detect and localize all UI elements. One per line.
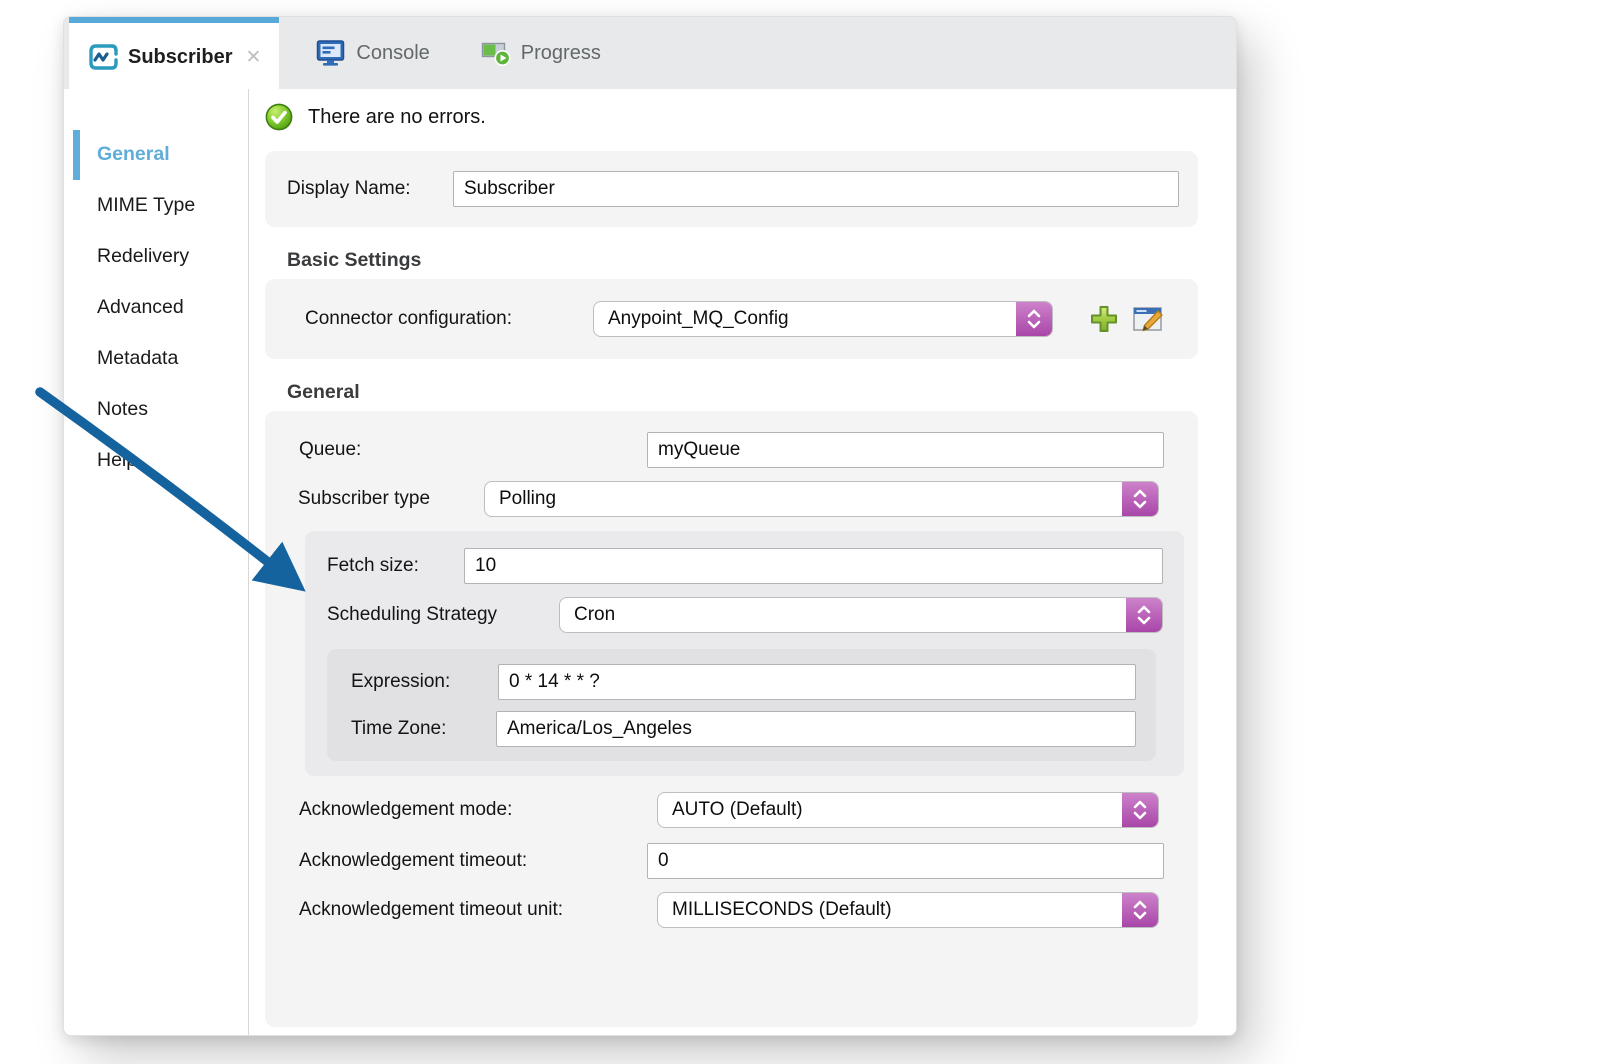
- scheduling-strategy-select[interactable]: Cron: [559, 597, 1163, 633]
- sidebar-item-label: Advanced: [97, 296, 184, 319]
- console-icon: [315, 38, 347, 68]
- sidebar-item-mime-type[interactable]: MIME Type: [64, 180, 248, 231]
- queue-row: Queue:: [265, 432, 1198, 468]
- sidebar-item-notes[interactable]: Notes: [64, 384, 248, 435]
- scheduling-strategy-row: Scheduling Strategy Cron: [327, 597, 1163, 633]
- basic-settings-title: Basic Settings: [287, 247, 1198, 273]
- subscriber-flow-icon: [87, 42, 119, 72]
- editor-tab-bar: Subscriber ✕ Console: [64, 17, 1236, 89]
- add-config-icon[interactable]: [1087, 302, 1121, 336]
- sidebar-item-label: Redelivery: [97, 245, 189, 268]
- acknowledgement-mode-row: Acknowledgement mode: AUTO (Default): [265, 792, 1198, 828]
- properties-editor-window: Subscriber ✕ Console: [63, 16, 1237, 1036]
- display-name-input[interactable]: [453, 171, 1179, 207]
- tab-subscriber[interactable]: Subscriber ✕: [69, 17, 279, 89]
- sidebar-item-label: Notes: [97, 398, 148, 421]
- fetch-size-input[interactable]: [464, 548, 1163, 584]
- acknowledgement-timeout-label: Acknowledgement timeout:: [299, 850, 647, 872]
- tab-progress[interactable]: Progress: [462, 17, 619, 89]
- time-zone-label: Time Zone:: [351, 718, 496, 740]
- chevron-up-down-icon: [1122, 482, 1158, 516]
- progress-icon: [480, 38, 512, 68]
- properties-content: There are no errors. Display Name: Basic…: [250, 89, 1236, 1035]
- queue-label: Queue:: [299, 439, 647, 461]
- acknowledgement-mode-select[interactable]: AUTO (Default): [657, 792, 1159, 828]
- success-check-icon: [265, 103, 293, 131]
- edit-config-icon[interactable]: [1131, 302, 1165, 336]
- chevron-up-down-icon: [1122, 893, 1158, 927]
- chevron-up-down-icon: [1016, 302, 1052, 336]
- connector-configuration-label: Connector configuration:: [305, 308, 593, 330]
- sidebar-item-general[interactable]: General: [64, 129, 248, 180]
- chevron-up-down-icon: [1122, 793, 1158, 827]
- sidebar-item-metadata[interactable]: Metadata: [64, 333, 248, 384]
- acknowledgement-timeout-unit-value: MILLISECONDS (Default): [658, 893, 1122, 927]
- acknowledgement-timeout-row: Acknowledgement timeout:: [265, 843, 1198, 879]
- screenshot-page: Subscriber ✕ Console: [0, 0, 1600, 1064]
- sidebar-item-advanced[interactable]: Advanced: [64, 282, 248, 333]
- fetch-size-row: Fetch size:: [327, 548, 1163, 584]
- properties-sidebar: General MIME Type Redelivery Advanced Me…: [64, 89, 249, 1035]
- display-name-panel: Display Name:: [265, 151, 1198, 227]
- acknowledgement-mode-value: AUTO (Default): [658, 793, 1122, 827]
- expression-input[interactable]: [498, 664, 1136, 700]
- cron-settings-panel: Expression: Time Zone:: [327, 649, 1156, 761]
- polling-settings-panel: Fetch size: Scheduling Strategy Cron: [305, 531, 1184, 776]
- acknowledgement-mode-label: Acknowledgement mode:: [299, 799, 657, 821]
- expression-row: Expression:: [351, 664, 1136, 700]
- sidebar-item-label: Help: [97, 449, 137, 472]
- tab-label: Console: [356, 42, 429, 65]
- connector-configuration-select[interactable]: Anypoint_MQ_Config: [593, 301, 1053, 337]
- general-panel: Queue: Subscriber type Polling Fetch siz…: [265, 411, 1198, 1027]
- subscriber-type-value: Polling: [485, 482, 1122, 516]
- fetch-size-label: Fetch size:: [327, 555, 464, 577]
- basic-settings-panel: Connector configuration: Anypoint_MQ_Con…: [265, 279, 1198, 359]
- status-message: There are no errors.: [308, 106, 486, 129]
- scheduling-strategy-value: Cron: [560, 598, 1126, 632]
- general-section-title: General: [287, 379, 1198, 405]
- display-name-label: Display Name:: [287, 178, 453, 200]
- subscriber-type-label: Subscriber type: [298, 488, 484, 510]
- sidebar-item-help[interactable]: Help: [64, 435, 248, 486]
- acknowledgement-timeout-unit-label: Acknowledgement timeout unit:: [299, 899, 657, 921]
- tab-label: Progress: [521, 42, 601, 65]
- sidebar-item-label: MIME Type: [97, 194, 195, 217]
- close-tab-icon[interactable]: ✕: [245, 46, 261, 69]
- scheduling-strategy-label: Scheduling Strategy: [327, 604, 559, 626]
- tab-label: Subscriber: [128, 46, 232, 69]
- acknowledgement-timeout-input[interactable]: [647, 843, 1164, 879]
- time-zone-input[interactable]: [496, 711, 1136, 747]
- acknowledgement-timeout-unit-row: Acknowledgement timeout unit: MILLISECON…: [265, 892, 1198, 928]
- sidebar-item-redelivery[interactable]: Redelivery: [64, 231, 248, 282]
- acknowledgement-timeout-unit-select[interactable]: MILLISECONDS (Default): [657, 892, 1159, 928]
- chevron-up-down-icon: [1126, 598, 1162, 632]
- subscriber-type-row: Subscriber type Polling: [265, 481, 1198, 517]
- queue-input[interactable]: [647, 432, 1164, 468]
- sidebar-item-label: Metadata: [97, 347, 178, 370]
- subscriber-type-select[interactable]: Polling: [484, 481, 1159, 517]
- validation-status: There are no errors.: [265, 102, 1198, 132]
- time-zone-row: Time Zone:: [351, 711, 1136, 747]
- connector-configuration-value: Anypoint_MQ_Config: [594, 302, 1016, 336]
- sidebar-item-label: General: [97, 143, 170, 166]
- expression-label: Expression:: [351, 671, 498, 693]
- tab-console[interactable]: Console: [297, 17, 447, 89]
